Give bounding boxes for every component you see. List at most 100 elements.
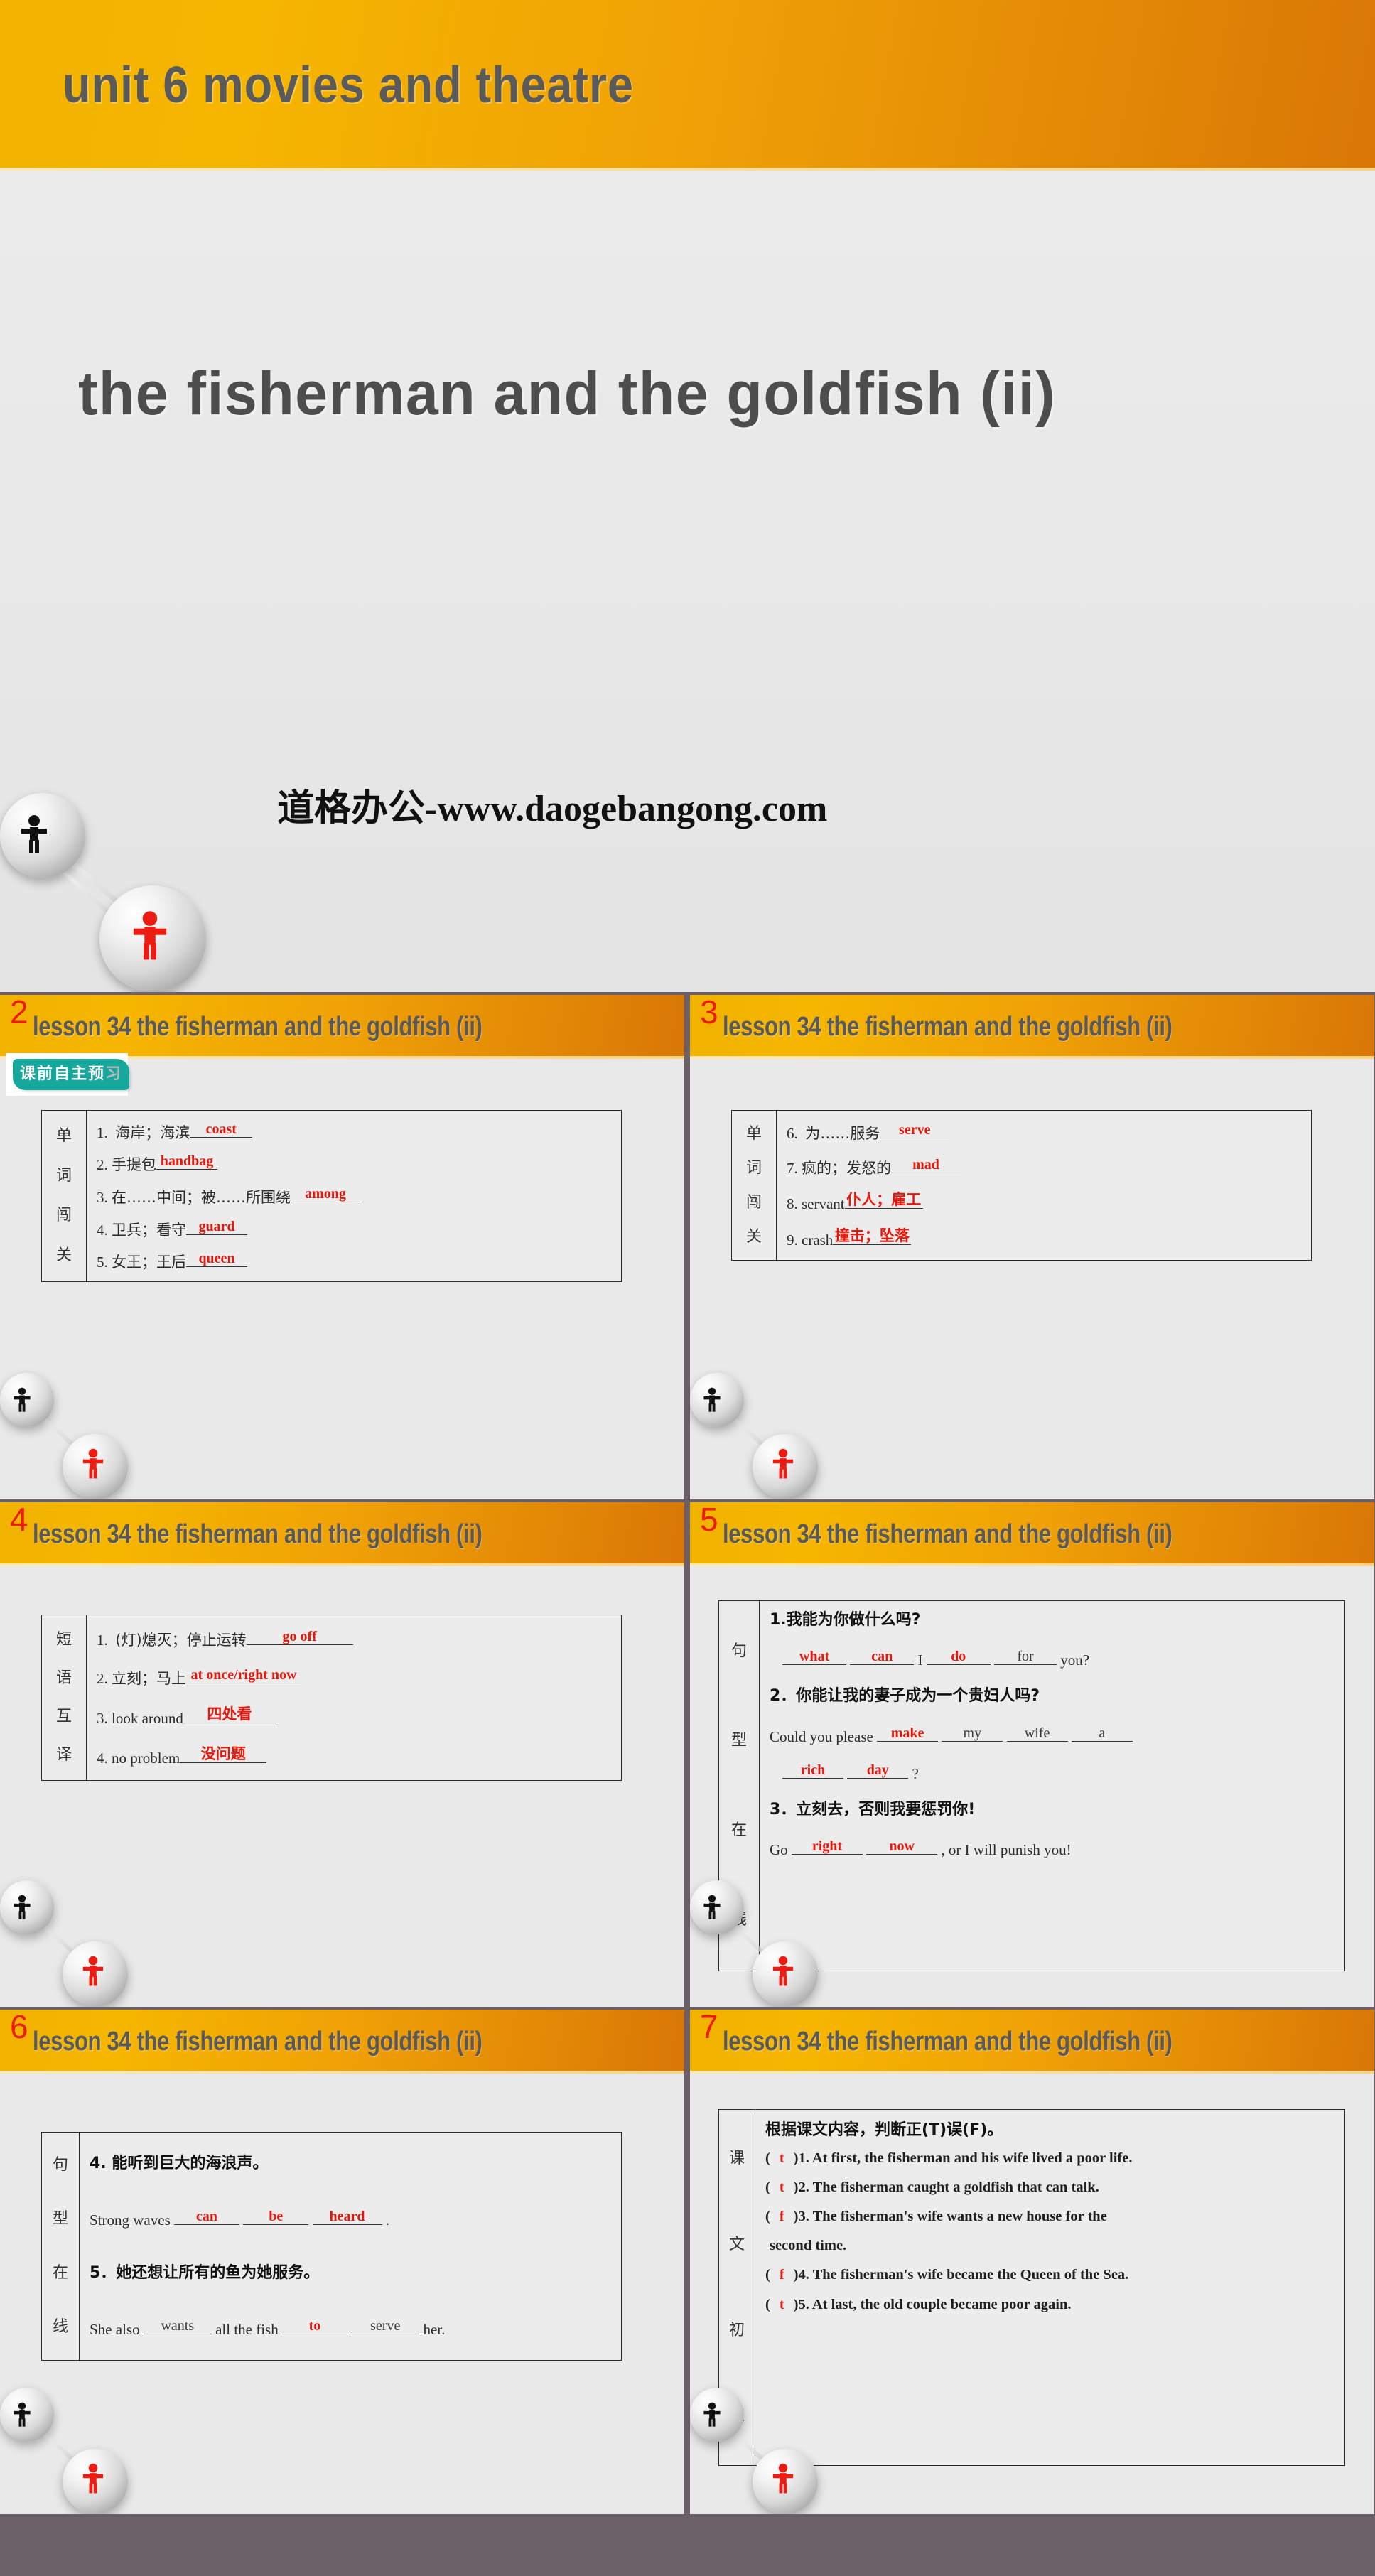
sentence-table-1: 句 型 在 线 1.我能为你做什么吗? what can I do for yo… <box>718 1600 1345 1971</box>
answer-blank[interactable]: right <box>791 1837 863 1855</box>
row-prompt: 海岸；海滨 <box>115 1123 190 1141</box>
label-char: 句 <box>730 1642 747 1661</box>
vocab-table-2: 单 词 闯 关 6. 为……服务 serve 7. 疯的；发怒的 mad 8. se… <box>731 1110 1312 1261</box>
answer-blank[interactable]: 仆人；雇工 <box>844 1191 923 1209</box>
answer-text: mad <box>912 1156 939 1173</box>
lesson-title: lesson 34 the fisherman and the goldfish… <box>722 1519 1172 1549</box>
label-char: 在 <box>730 1821 747 1840</box>
answer-blank[interactable]: be <box>243 2207 309 2226</box>
sentence-answer-line: Strong waves can be heard . <box>90 2207 614 2229</box>
slide-6-banner: 6 lesson 34 the fisherman and the goldfi… <box>0 2010 684 2074</box>
table-label: 句 型 在 线 <box>42 2133 80 2360</box>
statement-text: )2. The fisherman caught a goldfish that… <box>793 2179 1099 2196</box>
answer-blank[interactable]: what <box>782 1647 846 1666</box>
pedestrian-icon-black <box>21 815 47 853</box>
answer-blank[interactable]: wife <box>1006 1724 1068 1742</box>
answer-blank[interactable]: queen <box>186 1251 247 1268</box>
answer-blank[interactable]: wants <box>143 2317 212 2335</box>
row-number: 2. <box>97 1156 108 1174</box>
answer-text: 撞击；坠落 <box>834 1227 910 1244</box>
section-tag: 课前自主预习 <box>13 1059 130 1090</box>
slide-number: 6 <box>10 2010 28 2045</box>
answer-blank[interactable]: among <box>291 1186 360 1202</box>
answer-blank[interactable]: to <box>281 2317 347 2335</box>
answer-text: serve <box>899 1122 931 1138</box>
table-label: 短 语 互 译 <box>42 1615 87 1780</box>
pedestrian-icon-red <box>772 2463 794 2494</box>
label-char: 词 <box>745 1159 762 1177</box>
answer-blank[interactable]: go off <box>246 1629 353 1645</box>
answer-blank[interactable]: now <box>866 1837 938 1855</box>
answer-blank[interactable]: mad <box>891 1157 961 1173</box>
table-label: 单 词 闯 关 <box>42 1111 87 1281</box>
sentence-prompt: 2．你能让我的妻子成为一个贵妇人吗? <box>770 1687 1040 1705</box>
slide-4-body: 短 语 互 译 1. (灯)熄灭；停止运转 go off 2. 立刻；马上 at o… <box>0 1566 684 2007</box>
answer-text: to <box>308 2318 321 2334</box>
static-word: Go <box>770 1841 788 1859</box>
slide-7-body: 课 文 初 探 根据课文内容，判断正(T)误(F)。 (t)1. At firs… <box>690 2074 1374 2514</box>
row-number: 7. <box>787 1159 798 1177</box>
sentence-prompt: 5．她还想让所有的鱼为她服务。 <box>90 2263 320 2282</box>
answer-blank[interactable]: 四处看 <box>183 1705 276 1723</box>
answer-blank[interactable]: 没问题 <box>180 1745 267 1763</box>
answer-blank[interactable]: can <box>850 1647 915 1666</box>
answer-text: be <box>269 2209 284 2225</box>
slide-5-body: 句 型 在 线 1.我能为你做什么吗? what can I do for yo… <box>690 1566 1374 2007</box>
list-item: (f)4. The fisherman's wife became the Qu… <box>765 2267 1129 2283</box>
table-row: 2. 立刻；马上 at once/right now <box>97 1667 614 1687</box>
answer-text: heard <box>329 2209 365 2225</box>
row-number: 5. <box>97 1254 108 1271</box>
answer-blank[interactable]: at once/right now <box>186 1667 301 1683</box>
answer-mark[interactable]: f <box>770 2267 794 2283</box>
lesson-title: lesson 34 the fisherman and the goldfish… <box>32 2026 482 2057</box>
answer-mark[interactable]: t <box>770 2297 794 2312</box>
answer-blank[interactable]: make <box>877 1724 939 1742</box>
answer-blank[interactable]: serve <box>880 1122 950 1139</box>
label-char: 关 <box>745 1228 762 1246</box>
answer-blank[interactable]: handbag <box>156 1153 217 1170</box>
sentence-table-2: 句 型 在 线 4. 能听到巨大的海浪声。 Strong waves can b… <box>41 2132 622 2361</box>
list-item: (f)3. The fisherman's wife wants a new h… <box>765 2209 1107 2225</box>
answer-mark[interactable]: t <box>770 2150 794 2166</box>
answer-blank[interactable]: can <box>174 2207 239 2226</box>
answer-blank[interactable]: rich <box>782 1761 843 1779</box>
answer-blank[interactable]: serve <box>351 2317 420 2335</box>
answer-mark[interactable]: f <box>770 2209 794 2224</box>
row-number: 1. <box>97 1631 108 1649</box>
label-char: 句 <box>52 2156 68 2174</box>
instruction-text: 根据课文内容，判断正(T)误(F)。 <box>765 2121 1003 2139</box>
slide-number: 3 <box>700 995 718 1030</box>
row-prompt: 手提包 <box>112 1156 156 1174</box>
label-char: 互 <box>55 1708 72 1726</box>
sentence-prompt: 1.我能为你做什么吗? <box>770 1611 921 1629</box>
answer-mark[interactable]: t <box>770 2179 794 2195</box>
label-char: 文 <box>728 2235 745 2253</box>
slide-5-banner: 5 lesson 34 the fisherman and the goldfi… <box>690 1502 1374 1566</box>
answer-blank[interactable]: my <box>942 1724 1003 1742</box>
slide-number: 7 <box>700 2010 718 2045</box>
row-number: 3. <box>97 1188 108 1206</box>
slide-6-body: 句 型 在 线 4. 能听到巨大的海浪声。 Strong waves can b… <box>0 2074 684 2514</box>
table-label: 课 文 初 探 <box>719 2110 755 2465</box>
answer-blank[interactable]: for <box>994 1647 1057 1666</box>
answer-blank[interactable]: heard <box>312 2207 382 2226</box>
answer-text: serve <box>370 2318 401 2334</box>
answer-blank[interactable]: day <box>847 1761 909 1779</box>
answer-text: coast <box>205 1121 237 1137</box>
table-cells: 4. 能听到巨大的海浪声。 Strong waves can be heard … <box>80 2133 621 2360</box>
label-char: 词 <box>55 1167 72 1185</box>
table-row: 3. look around 四处看 <box>97 1705 614 1727</box>
answer-blank[interactable]: 撞击；坠落 <box>833 1227 912 1245</box>
row-prompt: no problem <box>112 1749 180 1767</box>
answer-blank[interactable]: guard <box>186 1219 247 1235</box>
slide-1-banner: unit 6 movies and theatre <box>0 0 1375 171</box>
answer-blank[interactable]: a <box>1071 1724 1133 1742</box>
answer-blank[interactable]: coast <box>190 1121 253 1138</box>
answer-blank[interactable]: do <box>926 1647 991 1666</box>
slide-number: 4 <box>10 1502 28 1538</box>
static-word: her. <box>423 2321 446 2339</box>
sphere-decoration <box>0 765 234 992</box>
table-row: 6. 为……服务 serve <box>787 1122 1304 1142</box>
statement-text: )5. At last, the old couple became poor … <box>793 2296 1072 2312</box>
label-char: 初 <box>728 2321 745 2339</box>
